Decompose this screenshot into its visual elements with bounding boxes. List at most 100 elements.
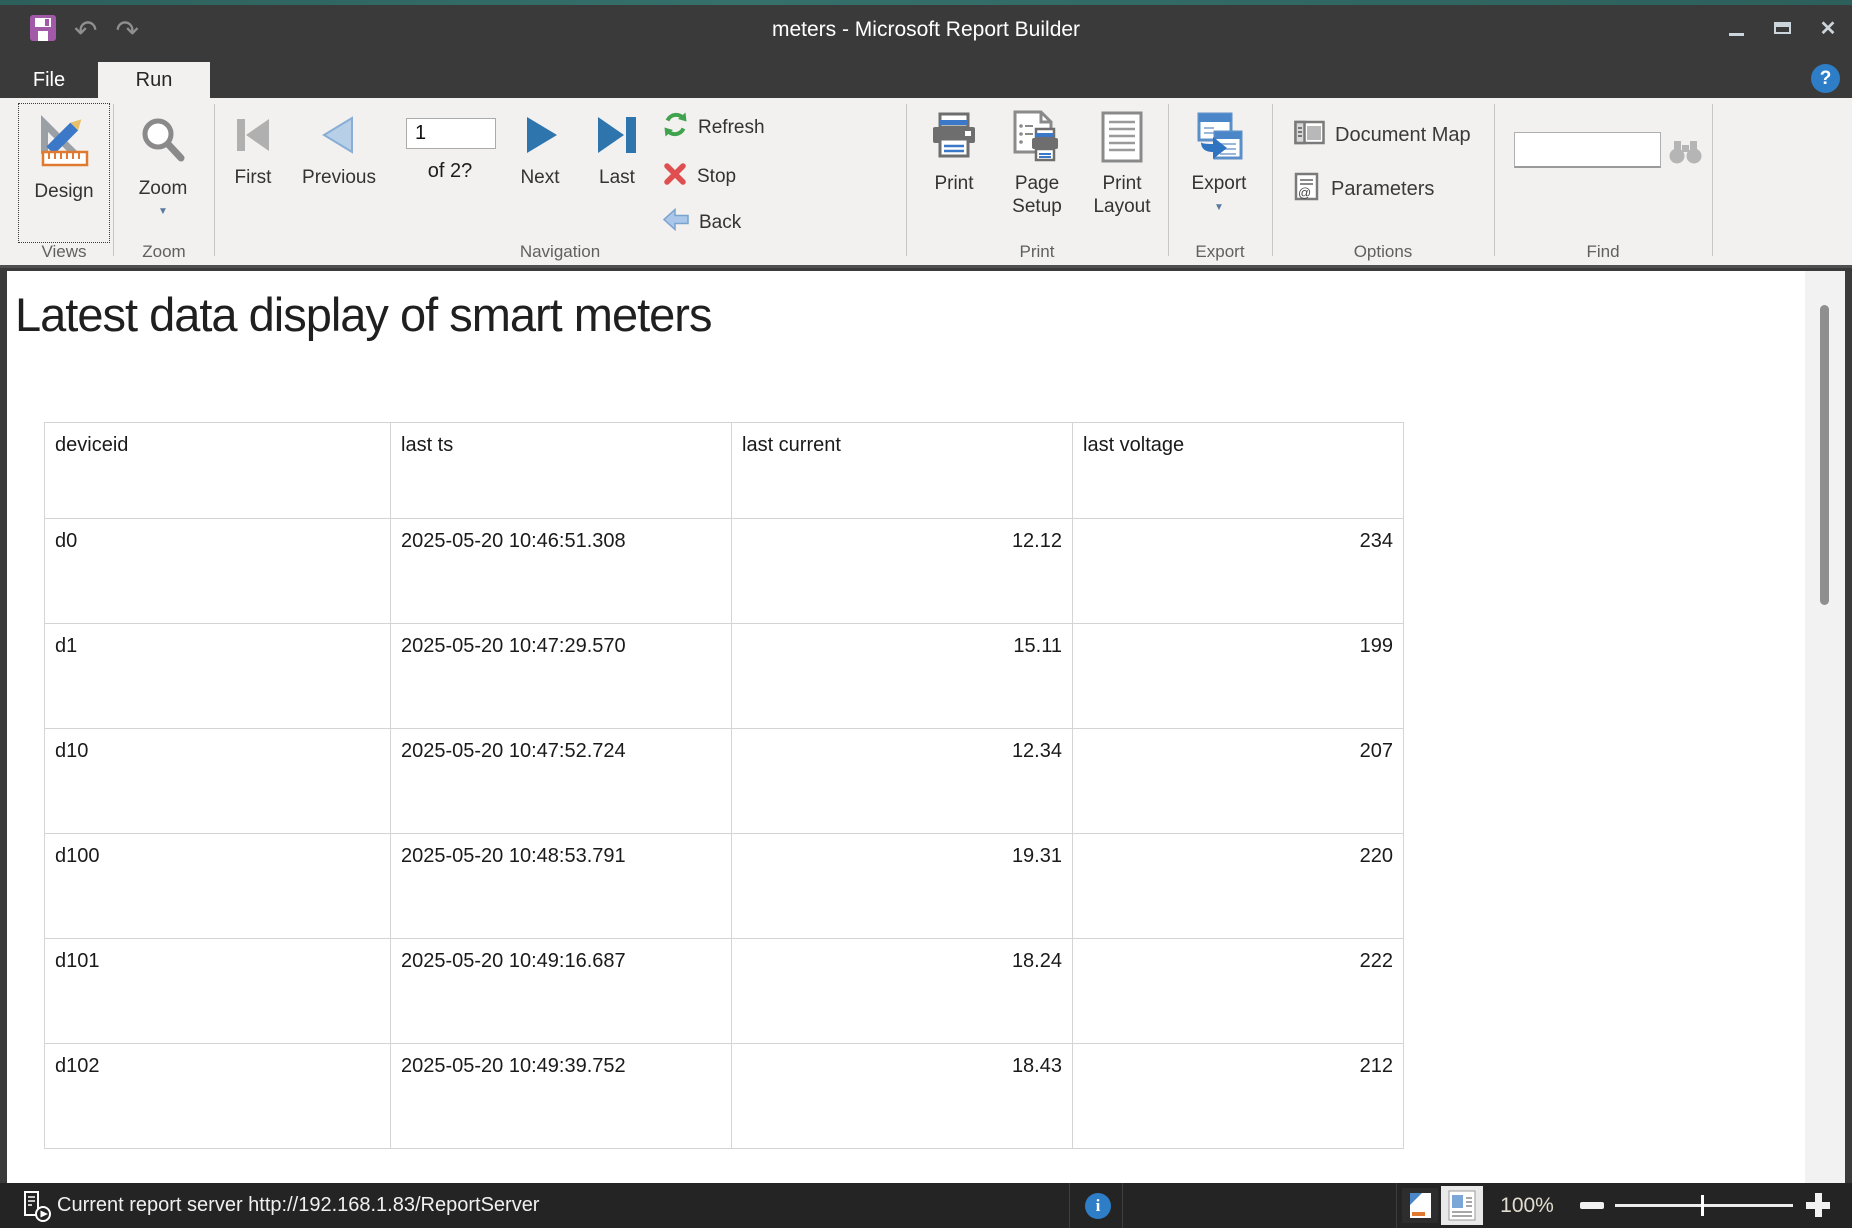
stop-button[interactable]: Stop (662, 161, 736, 193)
group-separator (1168, 104, 1169, 256)
next-page-button[interactable]: Next (506, 110, 574, 190)
print-label: Print (934, 173, 973, 196)
ribbon-tab-row: File Run (0, 62, 1852, 98)
minimize-button[interactable] (1720, 13, 1752, 43)
export-button[interactable]: Export ▼ (1176, 108, 1262, 213)
cell-last-current: 19.31 (732, 834, 1073, 939)
zoom-slider-track[interactable] (1615, 1204, 1793, 1207)
tab-file[interactable]: File (10, 62, 88, 98)
print-layout-view-button[interactable] (1441, 1186, 1483, 1225)
document-map-toggle[interactable]: Document Map (1294, 120, 1471, 151)
cell-last-ts: 2025-05-20 10:49:39.752 (391, 1044, 732, 1149)
parameters-icon: @ (1294, 172, 1321, 207)
vertical-scrollbar-thumb[interactable] (1820, 305, 1829, 605)
page-setup-button[interactable]: Page Setup (996, 108, 1078, 219)
zoom-dropdown-icon[interactable]: ▼ (158, 206, 168, 217)
cell-last-voltage: 207 (1073, 729, 1404, 834)
refresh-button[interactable]: Refresh (662, 111, 765, 144)
zoom-label: Zoom (139, 178, 188, 200)
find-input[interactable] (1514, 132, 1661, 168)
maximize-button[interactable] (1766, 13, 1798, 43)
group-separator (1494, 104, 1495, 256)
group-label-find: Find (1494, 242, 1712, 262)
column-header-last-voltage: last voltage (1073, 423, 1404, 519)
next-page-label: Next (520, 167, 559, 190)
svg-text:@: @ (1298, 185, 1311, 200)
document-map-label: Document Map (1335, 124, 1471, 147)
binoculars-icon[interactable] (1668, 138, 1703, 170)
group-separator (214, 104, 215, 256)
table-row: d10 2025-05-20 10:47:52.724 12.34 207 (45, 729, 1404, 834)
print-layout-label: Print Layout (1080, 173, 1164, 219)
table-row: d101 2025-05-20 10:49:16.687 18.24 222 (45, 939, 1404, 1044)
group-label-options: Options (1272, 242, 1494, 262)
cell-last-current: 12.12 (732, 519, 1073, 624)
statusbar-separator (1396, 1183, 1397, 1228)
page-setup-label: Page Setup (996, 173, 1078, 219)
print-button[interactable]: Print (912, 108, 996, 196)
cell-last-current: 15.11 (732, 624, 1073, 729)
zoom-in-button[interactable] (1806, 1193, 1830, 1217)
refresh-label: Refresh (698, 117, 765, 139)
zoom-button[interactable]: Zoom ▼ (118, 103, 208, 243)
group-label-zoom: Zoom (114, 242, 214, 262)
cell-deviceid: d10 (45, 729, 391, 834)
cell-last-current: 18.24 (732, 939, 1073, 1044)
refresh-icon (662, 111, 689, 144)
cell-deviceid: d102 (45, 1044, 391, 1149)
zoom-slider-thumb[interactable] (1701, 1195, 1704, 1216)
magnifier-icon (138, 115, 188, 170)
print-layout-button[interactable]: Print Layout (1080, 108, 1164, 219)
cell-last-ts: 2025-05-20 10:48:53.791 (391, 834, 732, 939)
column-header-last-ts: last ts (391, 423, 732, 519)
design-icon (34, 112, 94, 173)
report-view-button[interactable] (1402, 1188, 1438, 1223)
cell-last-current: 18.43 (732, 1044, 1073, 1149)
info-icon[interactable]: i (1085, 1193, 1111, 1219)
last-page-button[interactable]: Last (580, 110, 654, 190)
titlebar: ↶ ↷ meters - Microsoft Report Builder ✕ (0, 5, 1852, 62)
previous-page-button[interactable]: Previous (290, 110, 388, 190)
ribbon: Design Views Zoom ▼ Zoom First (0, 98, 1852, 268)
vertical-scrollbar[interactable] (1805, 271, 1845, 1183)
parameters-toggle[interactable]: @ Parameters (1294, 172, 1434, 207)
close-button[interactable]: ✕ (1812, 13, 1844, 43)
design-label: Design (34, 181, 93, 203)
next-page-icon (520, 110, 560, 160)
design-button[interactable]: Design (18, 103, 110, 243)
cell-deviceid: d100 (45, 834, 391, 939)
group-separator (1712, 104, 1713, 256)
print-layout-view-icon (1448, 1190, 1476, 1221)
table-row: d100 2025-05-20 10:48:53.791 19.31 220 (45, 834, 1404, 939)
stop-icon (662, 161, 688, 193)
cell-deviceid: d0 (45, 519, 391, 624)
cell-last-voltage: 234 (1073, 519, 1404, 624)
cell-last-voltage: 220 (1073, 834, 1404, 939)
page-number-input[interactable] (406, 118, 496, 149)
cell-last-ts: 2025-05-20 10:47:29.570 (391, 624, 732, 729)
table-row: d1 2025-05-20 10:47:29.570 15.11 199 (45, 624, 1404, 729)
cell-last-ts: 2025-05-20 10:46:51.308 (391, 519, 732, 624)
table-header-row: deviceid last ts last current last volta… (45, 423, 1404, 519)
table-row: d102 2025-05-20 10:49:39.752 18.43 212 (45, 1044, 1404, 1149)
zoom-out-button[interactable] (1580, 1202, 1604, 1209)
cell-deviceid: d1 (45, 624, 391, 729)
back-button[interactable]: Back (662, 208, 741, 237)
window-title: meters - Microsoft Report Builder (0, 18, 1852, 42)
last-page-icon (594, 110, 640, 160)
previous-page-label: Previous (302, 167, 376, 190)
window-controls: ✕ (1720, 13, 1844, 43)
cell-deviceid: d101 (45, 939, 391, 1044)
column-header-deviceid: deviceid (45, 423, 391, 519)
first-page-button[interactable]: First (220, 110, 286, 190)
column-header-last-current: last current (732, 423, 1073, 519)
export-dropdown-icon[interactable]: ▼ (1214, 202, 1224, 213)
cell-last-current: 12.34 (732, 729, 1073, 834)
group-label-print: Print (906, 242, 1168, 262)
first-page-label: First (235, 167, 272, 190)
cell-last-voltage: 222 (1073, 939, 1404, 1044)
tab-run[interactable]: Run (98, 62, 210, 98)
maximize-icon (1774, 22, 1791, 34)
report-server-icon (22, 1190, 54, 1227)
group-label-export: Export (1168, 242, 1272, 262)
